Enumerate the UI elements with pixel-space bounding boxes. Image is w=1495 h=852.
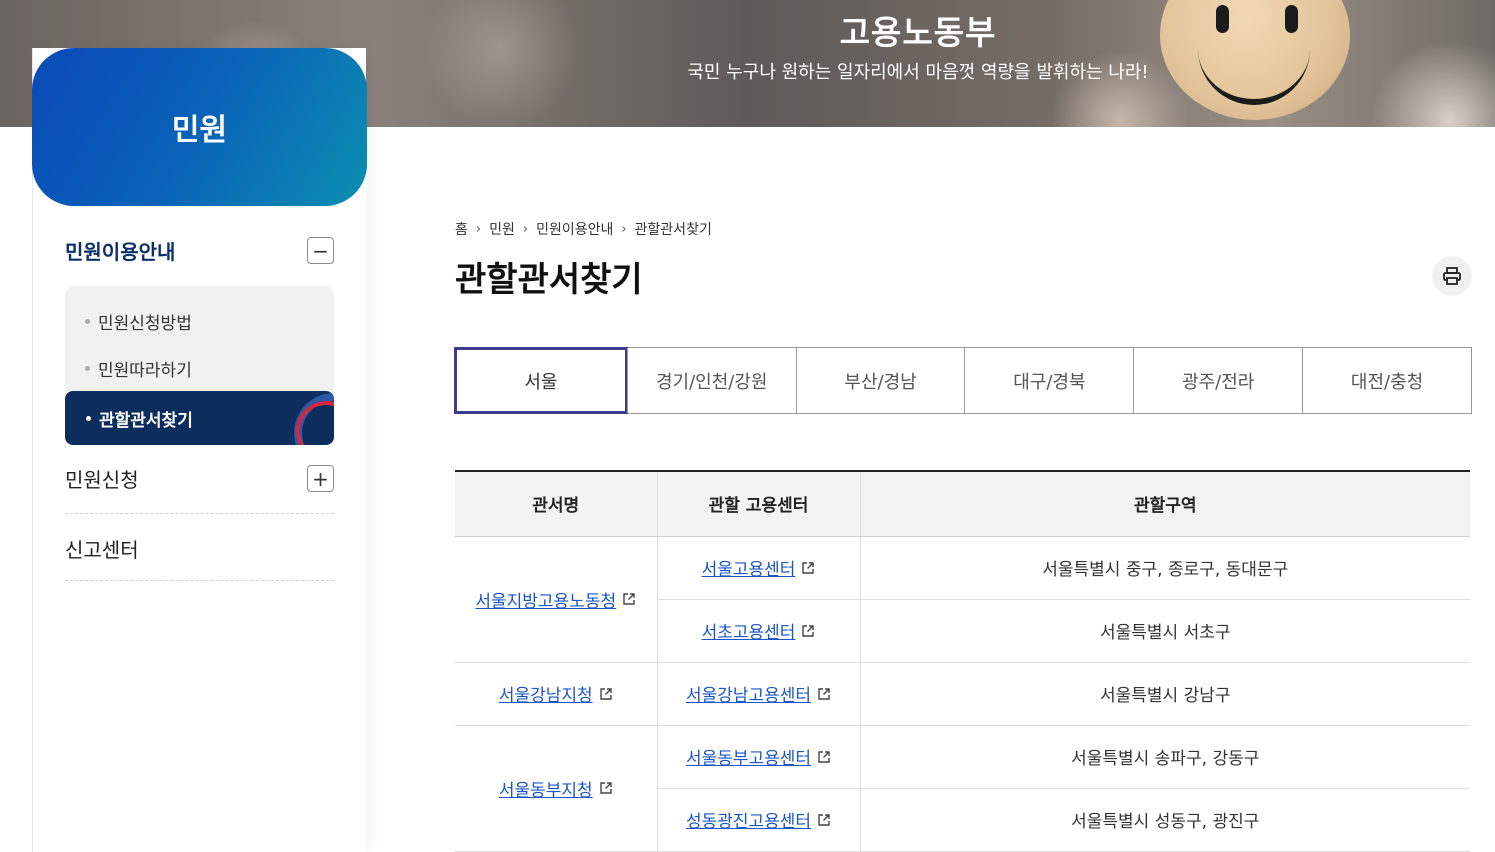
center-cell: 서울동부고용센터 (656, 725, 860, 789)
area-cell: 서울특별시 서초구 (859, 599, 1470, 663)
submenu-item-label: 관할관서찾기 (99, 410, 193, 431)
center-cell: 서울고용센터 (656, 536, 860, 600)
expand-toggle-button[interactable]: + (307, 465, 334, 492)
chevron-right-icon: › (621, 221, 627, 237)
bullet-icon (85, 366, 90, 371)
submenu-item-apply-method[interactable]: 민원신청방법 (85, 309, 192, 334)
breadcrumb-current: 관할관서찾기 (634, 222, 712, 238)
external-link-icon (818, 687, 830, 700)
office-link[interactable]: 서울동부지청 (499, 776, 613, 801)
breadcrumb-home[interactable]: 홈 (455, 219, 468, 239)
center-link[interactable]: 서초고용센터 (702, 618, 816, 643)
collapse-toggle-button[interactable]: − (307, 237, 334, 264)
center-link[interactable]: 서울고용센터 (702, 555, 816, 580)
external-link-icon (818, 750, 830, 763)
area-cell: 서울특별시 중구, 종로구, 동대문구 (859, 536, 1470, 600)
table-header-row: 관서명 관할 고용센터 관할구역 (455, 470, 1470, 537)
bullet-icon (86, 415, 91, 421)
page-title: 관할관서찾기 (455, 260, 643, 300)
breadcrumb-item[interactable]: 민원 (489, 219, 515, 239)
jurisdiction-table: 관서명 관할 고용센터 관할구역 서울지방고용노동청 서울고용센터 서울특별시 … (455, 470, 1470, 852)
decorative-swoosh (291, 396, 334, 445)
office-cell: 서울강남지청 (455, 662, 657, 726)
external-link-icon (802, 561, 815, 574)
column-header: 관할구역 (859, 470, 1470, 537)
external-link-icon (802, 624, 815, 637)
region-tabs: 서울 경기/인천/강원 부산/경남 대구/경북 광주/전라 대전/충청 (454, 347, 1472, 414)
external-link-icon (599, 687, 612, 700)
area-cell: 서울특별시 강남구 (859, 662, 1470, 726)
sidebar-item-civil-apply[interactable]: 민원신청 + (65, 464, 334, 493)
table-row: 서울동부지청 서울동부고용센터 서울특별시 송파구, 강동구 (455, 725, 1470, 852)
center-link[interactable]: 서울동부고용센터 (686, 744, 831, 769)
divider (65, 513, 334, 514)
bullet-icon (85, 319, 90, 324)
ministry-title: 고용노동부 (839, 13, 997, 52)
sidebar-item-label: 민원이용안내 (65, 240, 176, 264)
sidebar-item-civil-guide[interactable]: 민원이용안내 − (65, 236, 334, 265)
sidebar-heading-label: 민원 (171, 113, 228, 148)
printer-icon (1443, 267, 1461, 285)
submenu-item-label: 민원따라하기 (98, 361, 192, 381)
tab-seoul[interactable]: 서울 (454, 347, 628, 414)
office-link[interactable]: 서울지방고용노동청 (475, 587, 636, 612)
breadcrumb: 홈 › 민원 › 민원이용안내 › 관할관서찾기 (455, 219, 712, 239)
sidebar-item-report-center[interactable]: 신고센터 (65, 534, 334, 563)
sidebar-item-label: 신고센터 (65, 538, 139, 562)
center-cell: 서초고용센터 (656, 599, 860, 663)
center-cell: 성동광진고용센터 (656, 788, 860, 852)
office-link[interactable]: 서울강남지청 (499, 681, 613, 706)
sidebar: 민원 민원이용안내 − 민원신청방법 민원따라하기 관할관서찾기 민원신청 + … (32, 48, 367, 852)
office-cell: 서울동부지청 (455, 725, 657, 852)
area-cell: 서울특별시 송파구, 강동구 (859, 725, 1470, 789)
sidebar-item-label: 민원신청 (65, 468, 139, 492)
center-link[interactable]: 서울강남고용센터 (686, 681, 831, 706)
table-row: 서울지방고용노동청 서울고용센터 서울특별시 중구, 종로구, 동대문구 (455, 536, 1470, 663)
table-row: 서울강남지청 서울강남고용센터 서울특별시 강남구 (455, 662, 1470, 726)
sidebar-submenu: 민원신청방법 민원따라하기 관할관서찾기 (65, 286, 334, 445)
print-button[interactable] (1432, 256, 1472, 296)
tab-daegu-gyeongbuk[interactable]: 대구/경북 (964, 348, 1134, 413)
external-link-icon (623, 593, 635, 605)
submenu-item-label: 민원신청방법 (98, 314, 192, 334)
submenu-item-find-office[interactable]: 관할관서찾기 (65, 391, 334, 445)
submenu-item-follow-along[interactable]: 민원따라하기 (85, 356, 192, 381)
external-link-icon (818, 813, 830, 826)
office-cell: 서울지방고용노동청 (455, 536, 657, 663)
column-header: 관서명 (455, 470, 657, 537)
center-cell: 서울강남고용센터 (656, 662, 860, 726)
area-cell: 서울특별시 성동구, 광진구 (859, 788, 1470, 852)
tab-daejeon-chungcheong[interactable]: 대전/충청 (1302, 348, 1471, 413)
breadcrumb-item[interactable]: 민원이용안내 (536, 219, 613, 239)
tab-gwangju-jeolla[interactable]: 광주/전라 (1133, 348, 1303, 413)
tab-busan-gyeongnam[interactable]: 부산/경남 (795, 348, 965, 413)
column-header: 관할 고용센터 (656, 470, 860, 537)
divider (65, 580, 334, 581)
external-link-icon (599, 782, 612, 794)
sidebar-heading: 민원 (32, 48, 367, 206)
chevron-right-icon: › (522, 221, 529, 237)
chevron-right-icon: › (475, 221, 482, 237)
center-link[interactable]: 성동광진고용센터 (686, 807, 831, 832)
tab-gyeonggi-incheon-gangwon[interactable]: 경기/인천/강원 (626, 348, 796, 413)
